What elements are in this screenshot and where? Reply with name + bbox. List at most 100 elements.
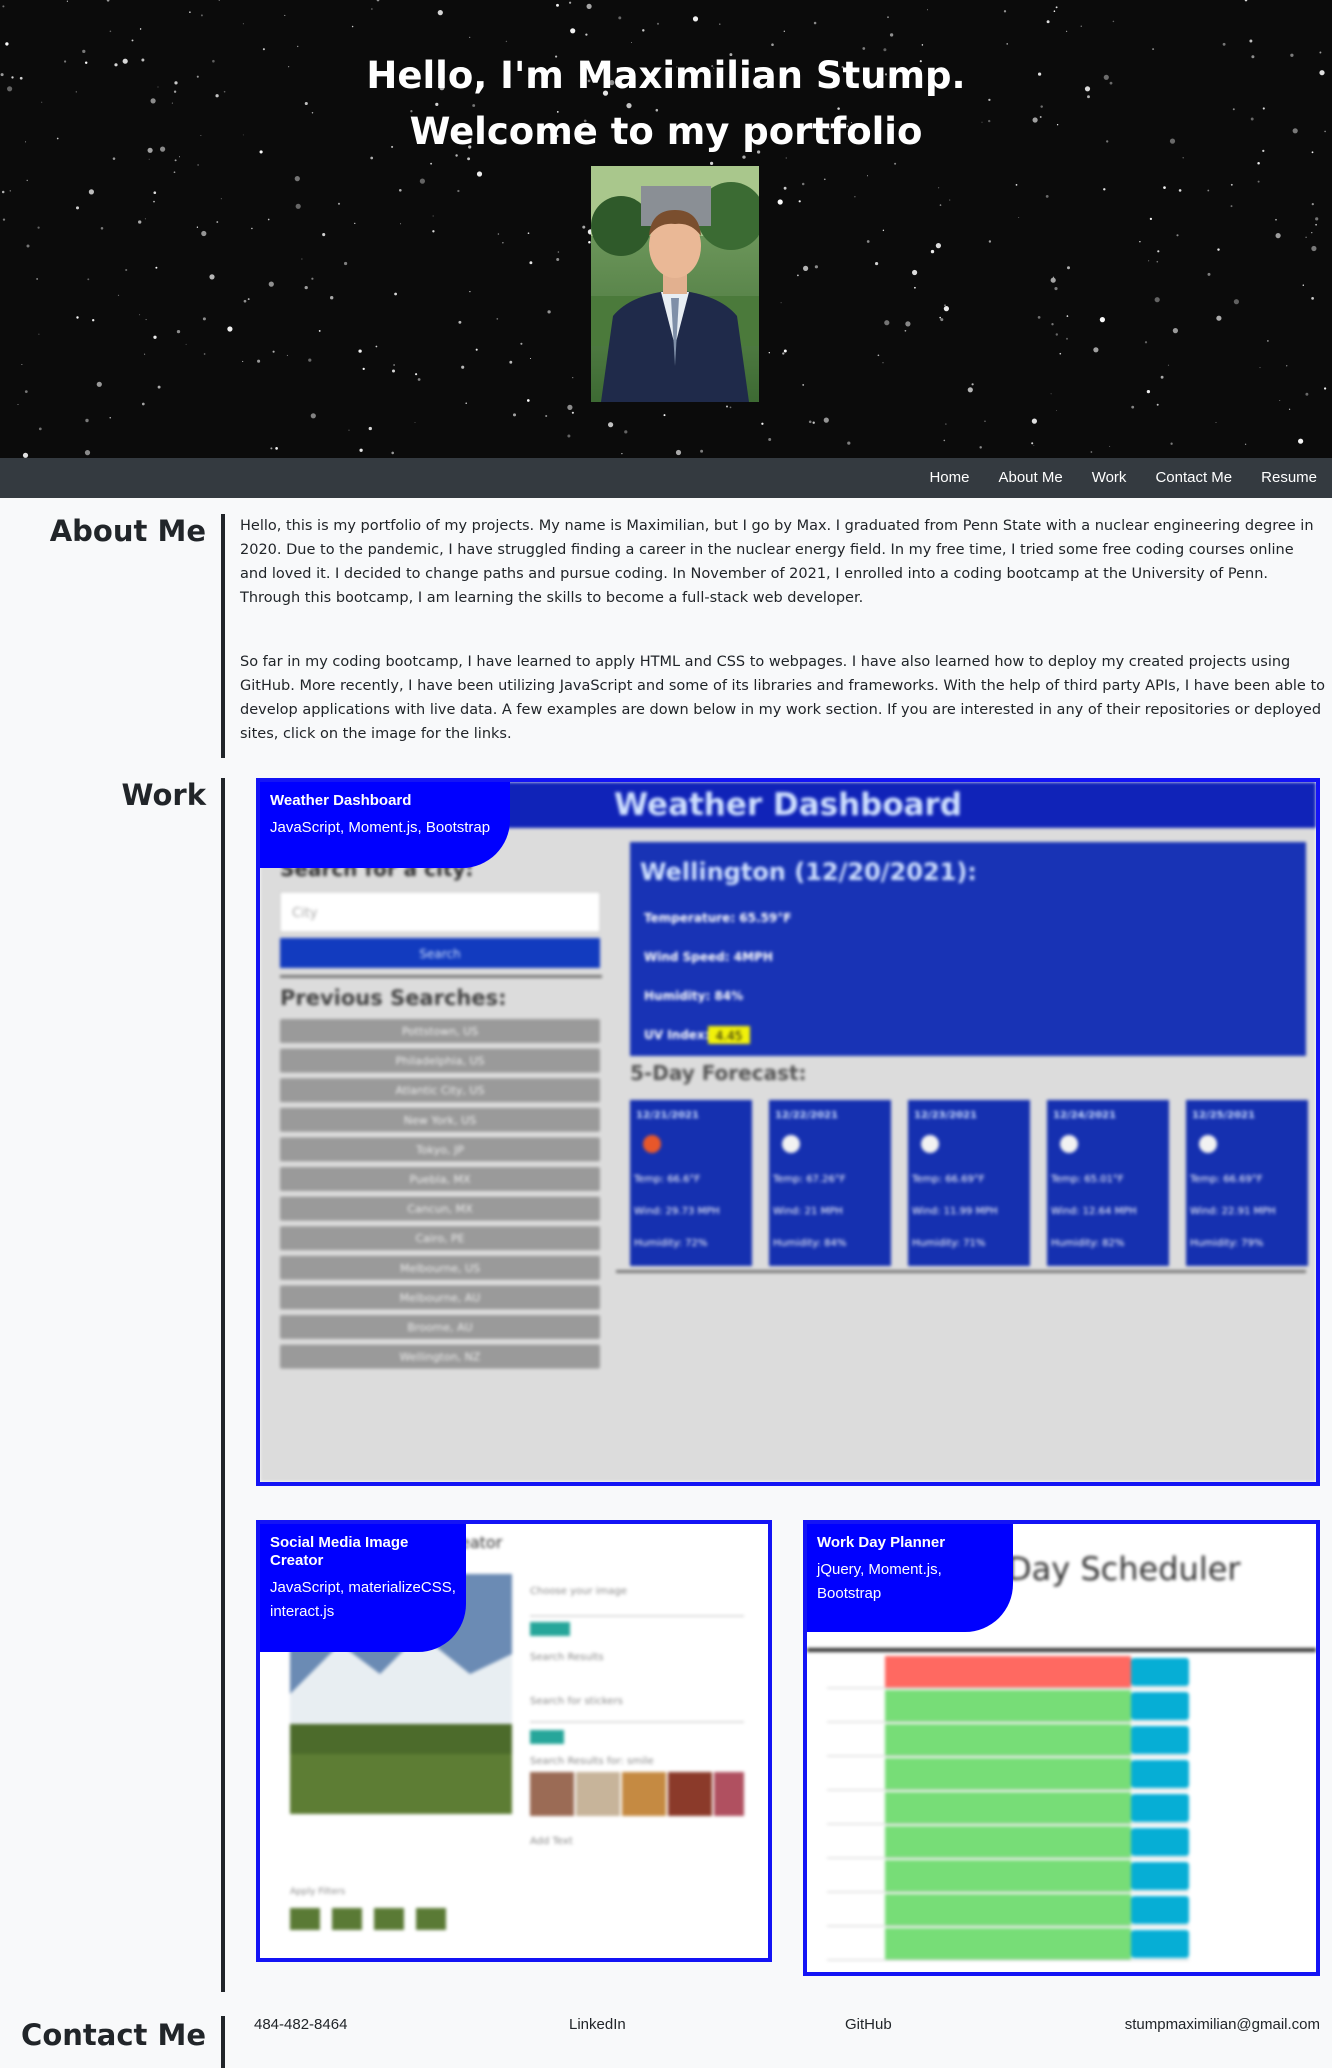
- about-heading: About Me: [49, 514, 206, 548]
- planner-save-button: [1131, 1896, 1189, 1924]
- forecast-humidity: Humidity: 79%: [1190, 1238, 1263, 1249]
- nav-resume[interactable]: Resume: [1261, 458, 1317, 498]
- previous-search-label: Melbourne, US: [400, 1262, 480, 1275]
- weather-dashboard-screenshot: Weather Dashboard Search for a city: Cit…: [260, 782, 1316, 1482]
- previous-search-label: Wellington, NZ: [400, 1351, 481, 1364]
- forecast-humidity: Humidity: 71%: [912, 1238, 985, 1249]
- social-app-title: eator: [460, 1533, 503, 1552]
- nav-home[interactable]: Home: [929, 458, 969, 498]
- planner-save-button: [1131, 1862, 1189, 1890]
- planner-rows: [827, 1656, 1189, 1961]
- weather-search-button: Search: [419, 947, 460, 961]
- contact-email-link[interactable]: stumpmaximilian@gmail.com: [1125, 2016, 1320, 2033]
- forecast-humidity: Humidity: 82%: [1051, 1238, 1124, 1249]
- planner-hour-cell: [827, 1860, 885, 1892]
- navbar: Home About Me Work Contact Me Resume: [0, 458, 1332, 498]
- planner-task-cell: [885, 1928, 1131, 1960]
- work-divider: [221, 778, 225, 1992]
- forecast-temp: Temp: 66.6°F: [633, 1174, 700, 1185]
- social-add-text: Add Text: [530, 1836, 573, 1847]
- forecast-weather-icon: [1199, 1135, 1217, 1153]
- weather-current-city: Wellington (12/20/2021):: [640, 858, 977, 886]
- project-label-weather-dashboard: Weather Dashboard JavaScript, Moment.js,…: [260, 782, 510, 868]
- contact-linkedin-link[interactable]: LinkedIn: [569, 2016, 626, 2033]
- previous-search-label: Philadelphia, US: [395, 1055, 484, 1068]
- previous-search-label: Pottstown, US: [402, 1025, 478, 1038]
- planner-save-button: [1131, 1930, 1189, 1958]
- social-choose-image: Choose your image: [530, 1586, 627, 1597]
- project-title: Social Media Image Creator: [270, 1534, 409, 1569]
- planner-task-cell: [885, 1724, 1131, 1756]
- about-paragraph-2: So far in my coding bootcamp, I have lea…: [240, 654, 1326, 742]
- project-tech: JavaScript, materializeCSS, interact.js: [270, 1579, 456, 1620]
- forecast-weather-icon: [643, 1135, 661, 1153]
- planner-save-button: [1131, 1726, 1189, 1754]
- work-heading: Work: [121, 778, 206, 812]
- weather-temperature: Temperature: 65.59°F: [644, 911, 791, 925]
- previous-search-label: Tokyo, JP: [415, 1143, 464, 1156]
- weather-app-title: Weather Dashboard: [614, 787, 962, 823]
- planner-hour-cell: [827, 1758, 885, 1790]
- planner-hour-cell: [827, 1894, 885, 1926]
- planner-task-cell: [885, 1826, 1131, 1858]
- contact-divider: [221, 2016, 225, 2068]
- planner-hour-cell: [827, 1826, 885, 1858]
- contact-phone: 484-482-8464: [254, 2016, 348, 2033]
- previous-search-label: Atlantic City, US: [396, 1084, 485, 1097]
- project-card-social-media-image-creator[interactable]: eator Choose your image Search Results S…: [256, 1520, 772, 1962]
- contact-heading: Contact Me: [21, 2018, 206, 2052]
- project-label-work-day-planner: Work Day Planner jQuery, Moment.js, Boot…: [807, 1524, 1013, 1632]
- project-title: Work Day Planner: [817, 1534, 946, 1551]
- about-paragraph-1: Hello, this is my portfolio of my projec…: [240, 518, 1314, 606]
- nav-work[interactable]: Work: [1092, 458, 1127, 498]
- social-search-results: Search Results: [530, 1652, 604, 1663]
- hero-title-line2: Welcome to my portfolio: [409, 110, 923, 153]
- forecast-temp: Temp: 65.01°F: [1050, 1174, 1124, 1185]
- forecast-humidity: Humidity: 72%: [634, 1238, 707, 1249]
- profile-photo: [591, 166, 759, 402]
- forecast-wind: Wind: 11.99 MPH: [912, 1206, 998, 1217]
- forecast-temp: Temp: 67.26°F: [772, 1174, 846, 1185]
- planner-task-cell: [885, 1690, 1131, 1722]
- weather-previous-heading: Previous Searches:: [280, 986, 507, 1010]
- hero-banner: Hello, I'm Maximilian Stump. Welcome to …: [0, 0, 1332, 458]
- forecast-weather-icon: [782, 1135, 800, 1153]
- hero-title: Hello, I'm Maximilian Stump. Welcome to …: [0, 48, 1332, 160]
- planner-hour-cell: [827, 1656, 885, 1688]
- planner-save-button: [1131, 1692, 1189, 1720]
- forecast-weather-icon: [1060, 1135, 1078, 1153]
- project-card-work-day-planner[interactable]: Day Scheduler Work Day Planner jQuery, M…: [803, 1520, 1320, 1976]
- project-card-weather-dashboard[interactable]: Weather Dashboard Search for a city: Cit…: [256, 778, 1320, 1486]
- nav-links: Home About Me Work Contact Me Resume: [929, 458, 1332, 498]
- planner-save-button: [1131, 1760, 1189, 1788]
- planner-task-cell: [885, 1656, 1131, 1688]
- forecast-wind: Wind: 22.91 MPH: [1190, 1206, 1276, 1217]
- weather-city-placeholder: City: [292, 906, 318, 921]
- previous-search-label: Cancun, MX: [407, 1203, 473, 1216]
- social-search-stickers: Search for stickers: [530, 1696, 623, 1707]
- weather-wind: Wind Speed: 4MPH: [644, 950, 773, 964]
- forecast-wind: Wind: 21 MPH: [773, 1206, 843, 1217]
- social-apply-filters: Apply Filters: [290, 1887, 346, 1897]
- nav-about-me[interactable]: About Me: [998, 458, 1062, 498]
- planner-hour-cell: [827, 1690, 885, 1722]
- forecast-date: 12/23/2021: [914, 1110, 977, 1121]
- previous-search-label: Melbourne, AU: [400, 1291, 481, 1304]
- planner-hour-cell: [827, 1724, 885, 1756]
- project-tech: jQuery, Moment.js, Bootstrap: [817, 1561, 942, 1602]
- project-label-social-media-image-creator: Social Media Image Creator JavaScript, m…: [260, 1524, 466, 1652]
- planner-app-title: Day Scheduler: [1007, 1550, 1241, 1588]
- previous-search-label: Puebla, MX: [410, 1173, 471, 1186]
- forecast-date: 12/21/2021: [636, 1110, 699, 1121]
- forecast-temp: Temp: 66.69°F: [1189, 1174, 1263, 1185]
- forecast-date: 12/22/2021: [775, 1110, 838, 1121]
- previous-search-label: New York, US: [404, 1114, 476, 1127]
- forecast-wind: Wind: 29.73 MPH: [634, 1206, 720, 1217]
- previous-search-label: Broome, AU: [407, 1321, 472, 1334]
- contact-github-link[interactable]: GitHub: [845, 2016, 892, 2033]
- nav-contact-me[interactable]: Contact Me: [1155, 458, 1232, 498]
- social-search-results-smile: Search Results for: smile: [530, 1756, 654, 1767]
- forecast-weather-icon: [921, 1135, 939, 1153]
- about-divider: [221, 514, 225, 758]
- weather-humidity: Humidity: 84%: [644, 989, 743, 1003]
